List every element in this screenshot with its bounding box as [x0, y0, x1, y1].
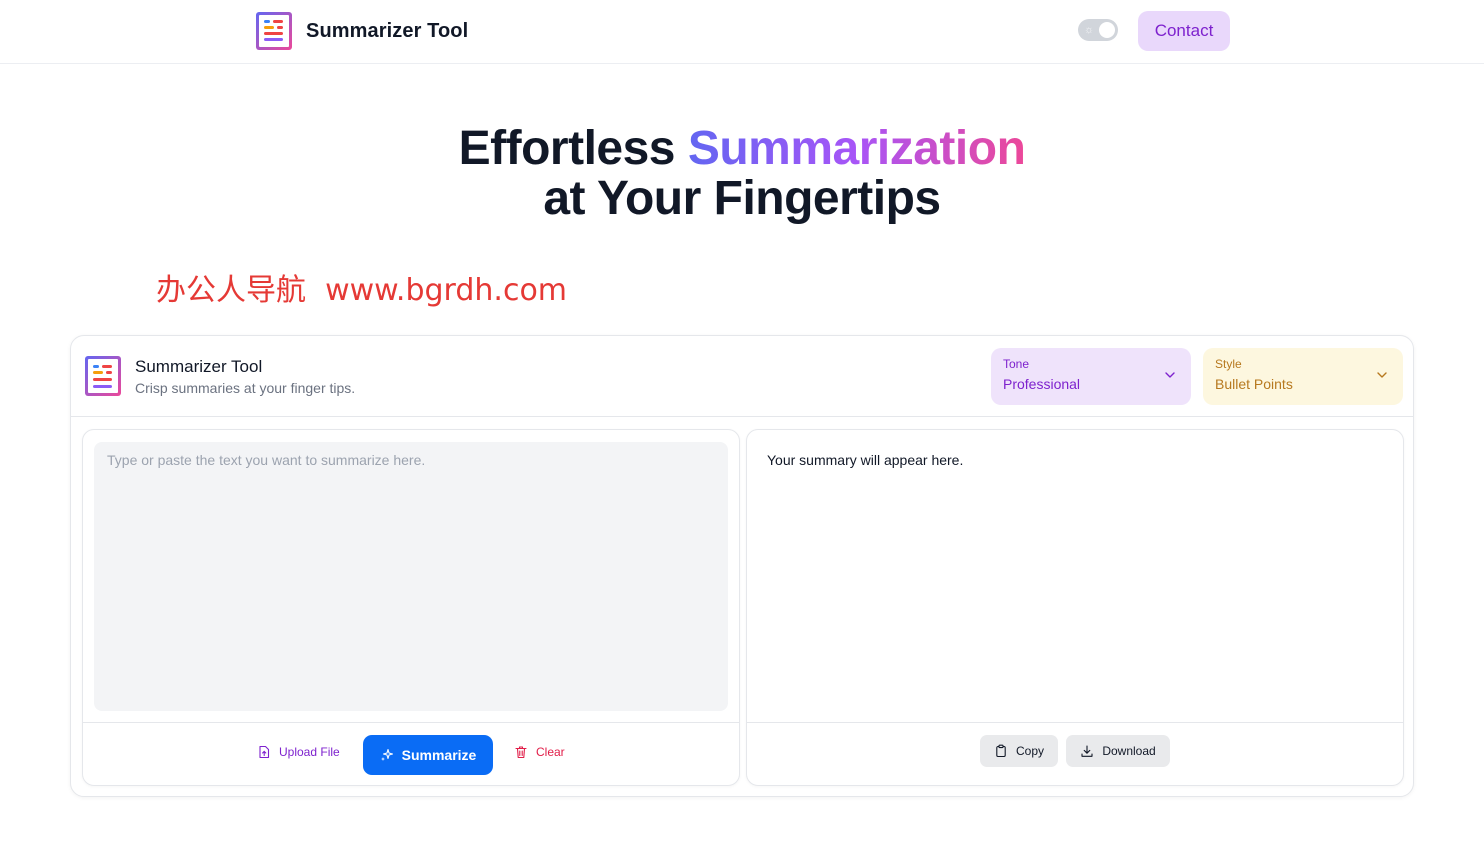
download-icon — [1081, 745, 1093, 757]
hero-line-1-plain: Effortless — [458, 122, 688, 175]
divider — [83, 722, 739, 723]
file-upload-icon — [259, 745, 270, 759]
clear-button[interactable]: Clear — [514, 745, 565, 759]
output-panel: Your summary will appear here. Copy Down… — [746, 429, 1404, 786]
logo-icon — [85, 356, 121, 396]
source-text-input[interactable] — [94, 442, 728, 711]
clear-label: Clear — [536, 745, 565, 759]
card-subtitle: Crisp summaries at your finger tips. — [135, 380, 356, 396]
style-select[interactable]: Style Bullet Points — [1203, 348, 1403, 405]
tone-select[interactable]: Tone Professional — [991, 348, 1191, 405]
top-navigation: Summarizer Tool ☼ Contact — [0, 0, 1484, 64]
watermark-text: 办公人导航 www.bgrdh.com — [156, 273, 568, 308]
sun-icon: ☼ — [1084, 24, 1095, 36]
toggle-knob — [1099, 22, 1115, 38]
download-button[interactable]: Download — [1066, 735, 1170, 767]
copy-button[interactable]: Copy — [980, 735, 1058, 767]
hero-line-1: Effortless Summarization — [0, 124, 1484, 174]
tone-label: Tone — [1003, 357, 1030, 371]
hero-line-2: at Your Fingertips — [543, 172, 941, 225]
hero-heading: Effortless Summarization at Your Fingert… — [0, 124, 1484, 224]
summarize-button[interactable]: Summarize — [363, 735, 493, 775]
upload-file-label: Upload File — [279, 745, 340, 759]
tone-value: Professional — [1003, 376, 1081, 392]
card-title: Summarizer Tool — [135, 357, 263, 376]
chevron-down-icon — [1377, 372, 1387, 378]
upload-file-button[interactable]: Upload File — [257, 745, 340, 759]
copy-label: Copy — [1015, 744, 1044, 758]
logo-icon — [256, 12, 292, 50]
input-panel: Upload File Summarize Clear — [82, 429, 740, 786]
brand[interactable]: Summarizer Tool — [256, 12, 468, 50]
card-header: Summarizer Tool Crisp summaries at your … — [71, 336, 1413, 417]
divider — [747, 722, 1403, 723]
hero-line-1-accent: Summarization — [687, 122, 1026, 175]
theme-toggle[interactable]: ☼ — [1078, 19, 1118, 41]
download-label: Download — [1102, 744, 1156, 758]
summarizer-card: Summarizer Tool Crisp summaries at your … — [70, 335, 1414, 797]
chevron-down-icon — [1165, 372, 1175, 378]
summarize-label: Summarize — [401, 747, 477, 763]
brand-title: Summarizer Tool — [306, 19, 469, 42]
style-value: Bullet Points — [1215, 376, 1293, 392]
clipboard-icon — [996, 744, 1006, 758]
summary-output: Your summary will appear here. — [767, 452, 964, 468]
trash-icon — [515, 746, 527, 759]
style-label: Style — [1215, 357, 1242, 371]
contact-button[interactable]: Contact — [1138, 11, 1230, 51]
sparkles-icon — [380, 748, 393, 761]
